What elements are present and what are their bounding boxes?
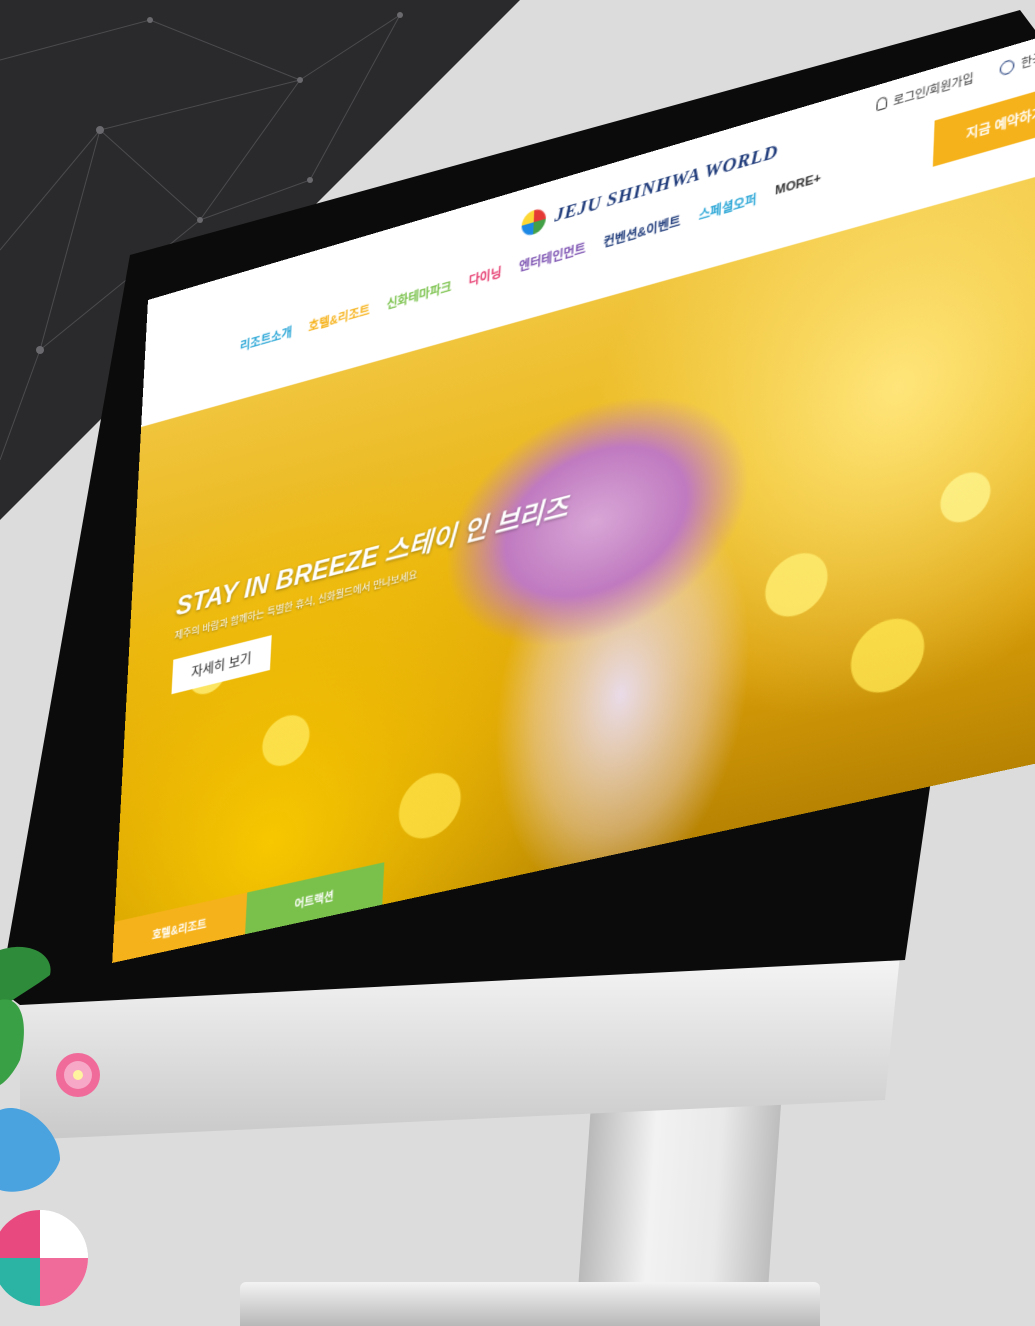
nav-item-convention[interactable]: 컨벤션&이벤트: [603, 212, 681, 252]
nav-item-dining[interactable]: 다이닝: [468, 263, 502, 290]
detail-button[interactable]: 자세히 보기: [171, 635, 272, 695]
hero-copy: STAY IN BREEZE 스테이 인 브리즈 제주의 바람과 함께하는 특별…: [171, 484, 569, 695]
nav-item-hotel-resort[interactable]: 호텔&리조트: [308, 301, 370, 336]
language-label: 한국어: [1020, 48, 1035, 72]
logo-mark-icon: [521, 206, 547, 238]
person-icon: [876, 95, 888, 112]
nav-item-special-offer[interactable]: 스페셜오퍼: [698, 190, 757, 225]
nav-item-resort-intro[interactable]: 리조트소개: [240, 323, 293, 355]
nav-item-theme-park[interactable]: 신화테마파크: [386, 277, 452, 313]
hero-title: STAY IN BREEZE 스테이 인 브리즈: [175, 491, 569, 623]
language-selector[interactable]: 한국어: [999, 44, 1035, 77]
nav-item-entertainment[interactable]: 엔터테인먼트: [519, 239, 587, 276]
nav-item-more[interactable]: MORE+: [775, 171, 821, 202]
globe-icon: [999, 57, 1016, 76]
